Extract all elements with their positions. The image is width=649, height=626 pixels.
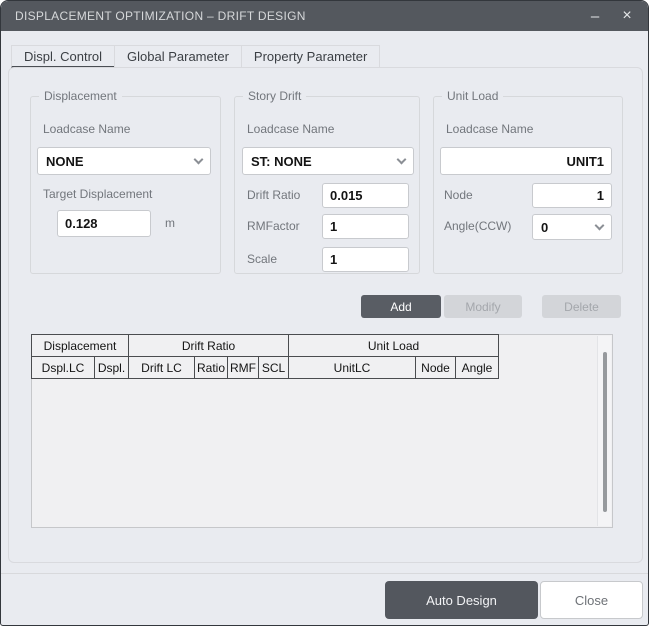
target-displacement-label: Target Displacement <box>43 187 153 201</box>
displacement-loadcase-label: Loadcase Name <box>43 122 131 136</box>
add-button[interactable]: Add <box>361 295 441 318</box>
close-icon: × <box>622 7 632 24</box>
scale-input[interactable] <box>322 247 409 272</box>
column-header-unitlc: UnitLC <box>288 356 417 379</box>
tab-property-parameter[interactable]: Property Parameter <box>240 45 381 68</box>
story-drift-loadcase-select[interactable]: ST: NONE <box>242 147 414 175</box>
group-header-displacement: Displacement <box>31 334 129 357</box>
chevron-down-icon <box>193 154 204 164</box>
auto-design-button[interactable]: Auto Design <box>385 581 538 619</box>
story-drift-group: Story Drift Loadcase Name ST: NONE Drift… <box>234 89 420 274</box>
drift-ratio-input[interactable] <box>322 183 409 208</box>
footer-separator <box>1 573 648 574</box>
chevron-down-icon <box>594 220 605 230</box>
displacement-group: Displacement Loadcase Name NONE Target D… <box>30 89 221 274</box>
rmfactor-input[interactable] <box>322 214 409 239</box>
column-header-rmf: RMF <box>227 356 260 379</box>
unit-load-group-title: Unit Load <box>442 89 504 103</box>
close-dialog-button[interactable]: Close <box>540 581 643 619</box>
target-displacement-unit: m <box>165 216 175 230</box>
story-drift-group-title: Story Drift <box>243 89 307 103</box>
title-bar: DISPLACEMENT OPTIMIZATION – DRIFT DESIGN… <box>1 1 648 31</box>
column-header-dspl: Dspl. <box>94 356 129 379</box>
column-header-dspl-lc: Dspl.LC <box>31 356 95 379</box>
group-header-unit-load: Unit Load <box>288 334 500 357</box>
result-table: Displacement Drift Ratio Unit Load Dspl.… <box>31 334 613 528</box>
tab-bar: Displ. Control Global Parameter Property… <box>11 45 381 68</box>
column-header-scl: SCL <box>258 356 290 379</box>
angle-ccw-value: 0 <box>541 219 549 235</box>
story-drift-loadcase-value: ST: NONE <box>251 153 312 169</box>
table-group-header-row: Displacement Drift Ratio Unit Load <box>31 334 500 357</box>
column-header-ratio: Ratio <box>193 356 229 379</box>
displacement-loadcase-select[interactable]: NONE <box>37 147 211 175</box>
result-table-header: Displacement Drift Ratio Unit Load Dspl.… <box>31 334 500 379</box>
minimize-button[interactable]: – <box>582 4 608 28</box>
close-button[interactable]: × <box>614 4 640 28</box>
tab-global-parameter[interactable]: Global Parameter <box>114 45 241 68</box>
minimize-icon: – <box>590 7 600 25</box>
scrollbar-thumb[interactable] <box>603 352 607 512</box>
unit-load-group: Unit Load Loadcase Name Node Angle(CCW) … <box>433 89 623 274</box>
displacement-group-title: Displacement <box>39 89 122 103</box>
window-title: DISPLACEMENT OPTIMIZATION – DRIFT DESIGN <box>15 9 306 23</box>
table-scrollbar[interactable] <box>597 336 611 526</box>
column-header-node: Node <box>415 356 457 379</box>
table-column-header-row: Dspl.LC Dspl. Drift LC Ratio RMF SCL Uni… <box>31 356 500 379</box>
drift-ratio-label: Drift Ratio <box>247 188 301 202</box>
delete-button[interactable]: Delete <box>542 295 621 318</box>
column-header-angle: Angle <box>455 356 500 379</box>
rmfactor-label: RMFactor <box>247 219 300 233</box>
node-label: Node <box>444 188 473 202</box>
angle-ccw-select[interactable]: 0 <box>532 214 612 240</box>
target-displacement-input[interactable] <box>57 210 151 237</box>
displacement-loadcase-value: NONE <box>46 153 84 169</box>
dialog-window: DISPLACEMENT OPTIMIZATION – DRIFT DESIGN… <box>0 0 649 626</box>
story-drift-loadcase-label: Loadcase Name <box>247 122 335 136</box>
tab-displ-control[interactable]: Displ. Control <box>11 45 115 68</box>
unit-load-loadcase-input[interactable] <box>440 147 612 175</box>
modify-button[interactable]: Modify <box>444 295 522 318</box>
group-header-drift-ratio: Drift Ratio <box>127 334 290 357</box>
node-input[interactable] <box>532 183 612 208</box>
chevron-down-icon <box>396 154 407 164</box>
scale-label: Scale <box>247 252 278 266</box>
angle-ccw-label: Angle(CCW) <box>444 219 512 233</box>
unit-load-loadcase-label: Loadcase Name <box>446 122 534 136</box>
column-header-drift-lc: Drift LC <box>128 356 195 379</box>
